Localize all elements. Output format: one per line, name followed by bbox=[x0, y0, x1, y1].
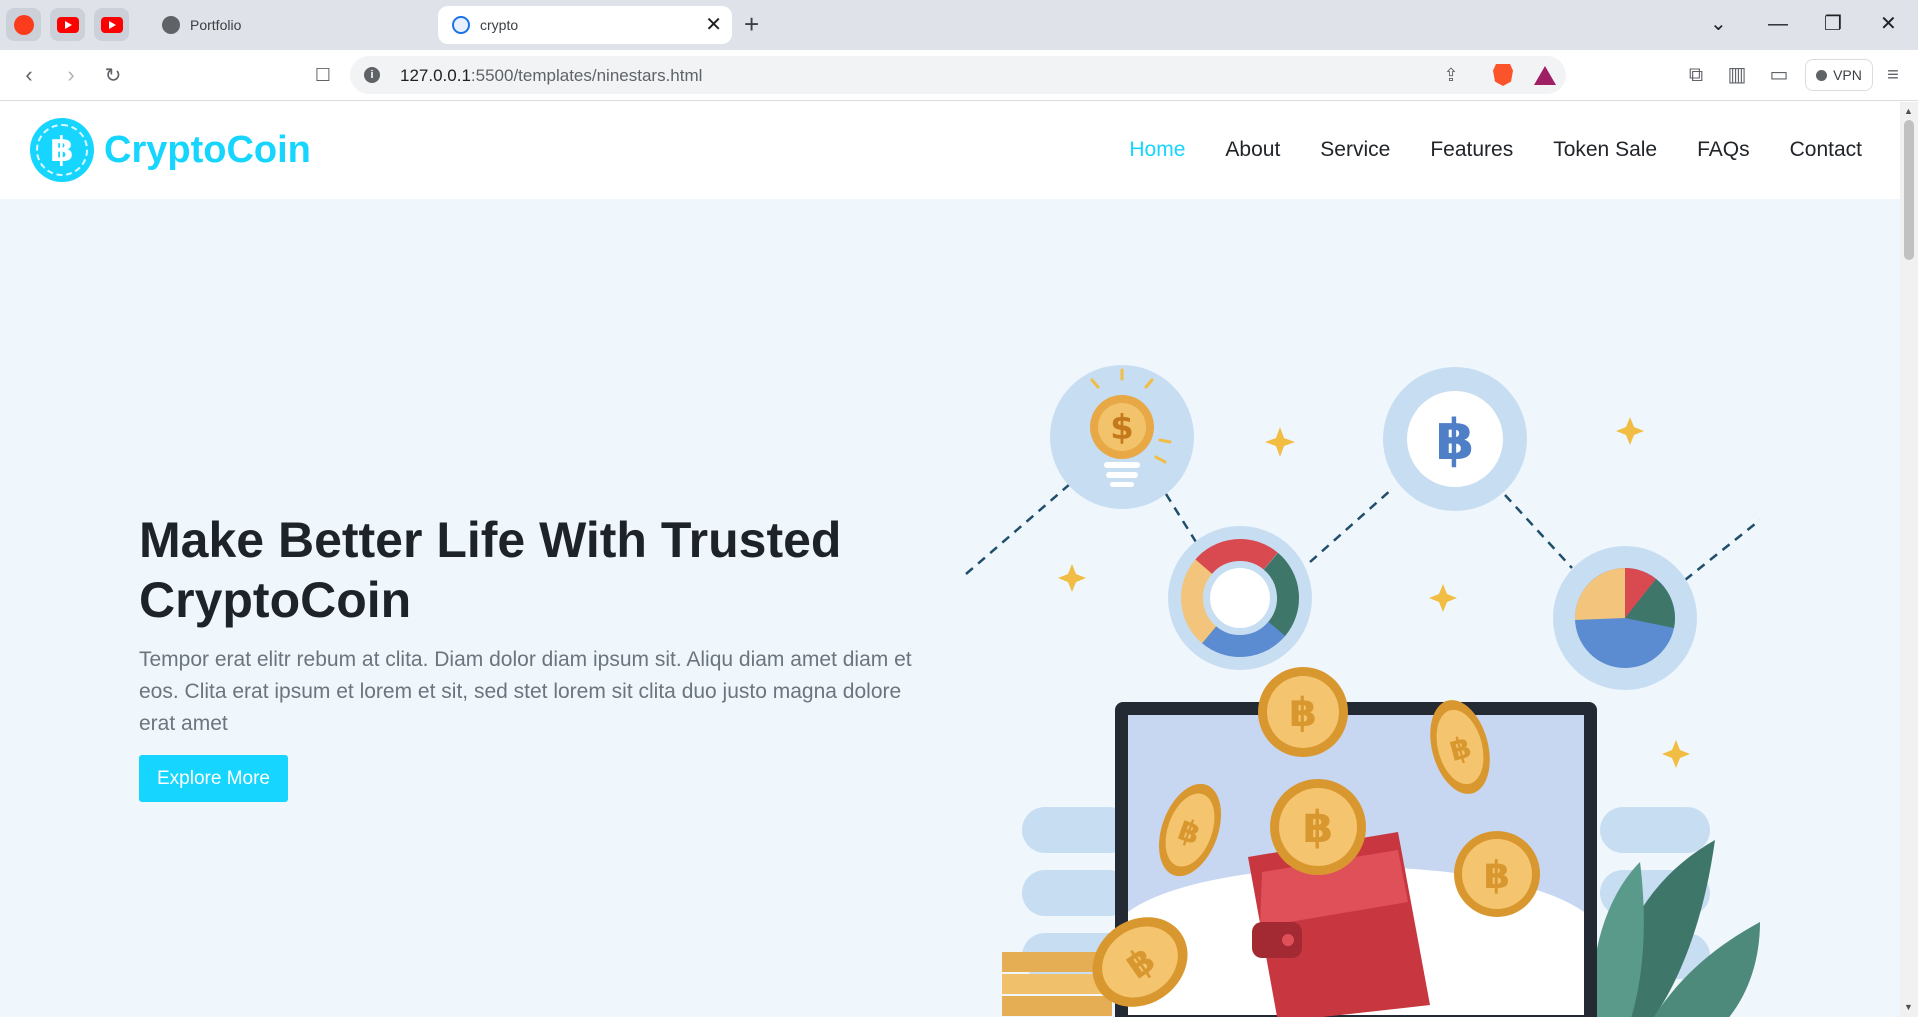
browser-toolbar: ‹ › ↻ ☐ i 127.0.0.1:5500/templates/nines… bbox=[0, 50, 1918, 101]
page-viewport: ฿ CryptoCoin Home About Service Features… bbox=[0, 102, 1900, 1017]
youtube-icon bbox=[56, 16, 79, 33]
scroll-up-icon[interactable]: ▲ bbox=[1904, 106, 1913, 116]
page-scrollbar[interactable]: ▲ ▼ bbox=[1900, 102, 1918, 1017]
vpn-label: VPN bbox=[1833, 67, 1862, 83]
lightbulb-dollar-icon: $ bbox=[1050, 365, 1194, 509]
bitcoin-badge-icon: ฿ bbox=[1383, 367, 1527, 511]
back-icon[interactable]: ‹ bbox=[14, 60, 44, 90]
nav-faqs[interactable]: FAQs bbox=[1697, 138, 1750, 162]
svg-text:฿: ฿ bbox=[1436, 408, 1475, 473]
tab-title: Portfolio bbox=[190, 17, 242, 33]
explore-more-button[interactable]: Explore More bbox=[139, 755, 288, 802]
globe-icon bbox=[162, 16, 180, 34]
address-bar[interactable]: i 127.0.0.1:5500/templates/ninestars.htm… bbox=[350, 56, 1566, 94]
browser-tab-bar: Portfolio crypto ✕ + ⌄ — ❐ ✕ bbox=[0, 0, 1918, 50]
svg-text:฿: ฿ bbox=[1484, 853, 1510, 897]
extensions-icon[interactable]: ⧉ bbox=[1683, 62, 1709, 88]
svg-text:$: $ bbox=[1110, 408, 1134, 448]
pinned-tab-youtube-1[interactable] bbox=[50, 8, 85, 41]
donut-chart-icon bbox=[1168, 526, 1312, 670]
reload-icon[interactable]: ↻ bbox=[98, 60, 128, 90]
restore-button[interactable]: ❐ bbox=[1824, 10, 1842, 38]
pie-chart-icon bbox=[1553, 546, 1697, 690]
brand-name: CryptoCoin bbox=[104, 128, 311, 171]
nav-features[interactable]: Features bbox=[1430, 138, 1513, 162]
share-icon[interactable]: ⇪ bbox=[1440, 64, 1462, 86]
nav-token-sale[interactable]: Token Sale bbox=[1553, 138, 1657, 162]
svg-text:฿: ฿ bbox=[1303, 802, 1334, 853]
leaf-plant-icon bbox=[1592, 840, 1760, 1017]
url-text[interactable]: 127.0.0.1:5500/templates/ninestars.html bbox=[400, 66, 702, 86]
vpn-status-icon bbox=[1816, 69, 1828, 81]
logo-glyph: ฿ bbox=[50, 130, 74, 170]
brave-icon bbox=[13, 14, 34, 35]
forward-icon[interactable]: › bbox=[56, 60, 86, 90]
sidebar-icon[interactable]: ▥ bbox=[1724, 62, 1750, 88]
pinned-tab-youtube-2[interactable] bbox=[94, 8, 129, 41]
new-tab-button[interactable]: + bbox=[744, 10, 759, 38]
close-tab-icon[interactable]: ✕ bbox=[705, 15, 722, 35]
site-navbar: ฿ CryptoCoin Home About Service Features… bbox=[0, 102, 1900, 199]
youtube-icon bbox=[100, 16, 123, 33]
hero-title: Make Better Life With Trusted CryptoCoin bbox=[139, 512, 842, 628]
wallet-icon[interactable]: ▭ bbox=[1766, 62, 1792, 88]
tab-title: crypto bbox=[480, 17, 519, 33]
close-window-button[interactable]: ✕ bbox=[1880, 10, 1897, 38]
menu-icon[interactable]: ≡ bbox=[1880, 62, 1906, 88]
scroll-down-icon[interactable]: ▼ bbox=[1904, 1002, 1913, 1012]
bookmark-icon[interactable]: ☐ bbox=[308, 60, 338, 90]
bitcoin-logo-icon: ฿ bbox=[30, 118, 94, 182]
minimize-button[interactable]: — bbox=[1768, 10, 1788, 38]
brand-logo[interactable]: ฿ CryptoCoin bbox=[30, 118, 311, 182]
tab-portfolio[interactable]: Portfolio bbox=[148, 6, 428, 44]
brave-shields-icon[interactable] bbox=[1492, 64, 1514, 86]
nav-service[interactable]: Service bbox=[1320, 138, 1390, 162]
hero-content: Make Better Life With Trusted CryptoCoin… bbox=[139, 510, 939, 740]
svg-text:฿: ฿ bbox=[1289, 690, 1317, 736]
scrollbar-thumb[interactable] bbox=[1904, 120, 1914, 260]
info-icon[interactable]: i bbox=[364, 67, 380, 83]
nav-about[interactable]: About bbox=[1225, 138, 1280, 162]
bat-rewards-icon[interactable] bbox=[1534, 64, 1556, 86]
nav-home[interactable]: Home bbox=[1129, 138, 1185, 162]
nav-contact[interactable]: Contact bbox=[1790, 138, 1862, 162]
tab-crypto[interactable]: crypto ✕ bbox=[438, 6, 732, 44]
hero-description: Tempor erat elitr rebum at clita. Diam d… bbox=[139, 648, 912, 735]
tab-search-icon[interactable]: ⌄ bbox=[1710, 10, 1727, 38]
vpn-button[interactable]: VPN bbox=[1805, 59, 1873, 91]
page-favicon-icon bbox=[452, 16, 470, 34]
pinned-tab-brave[interactable] bbox=[6, 8, 41, 41]
main-menu: Home About Service Features Token Sale F… bbox=[1129, 138, 1862, 162]
hero-illustration: $ ฿ ฿ ฿ ฿ ฿ ฿ ฿ bbox=[965, 365, 1760, 1017]
